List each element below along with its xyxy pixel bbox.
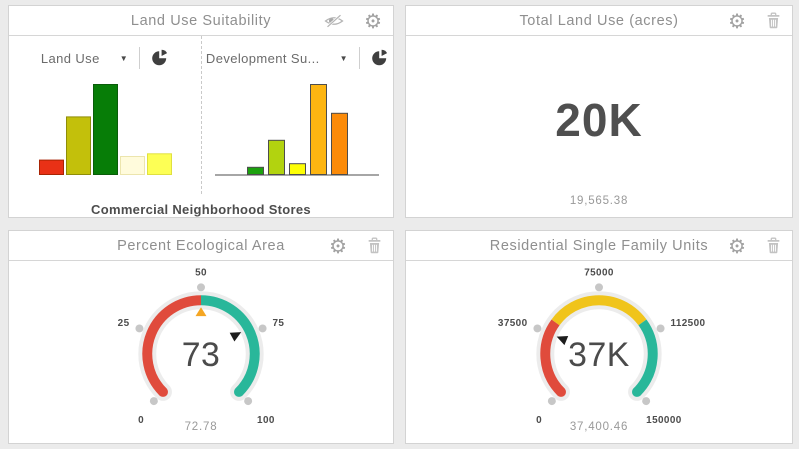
land-use-dropdown[interactable]: Land Use ▼ [41, 51, 128, 66]
pie-chart-icon [151, 49, 169, 67]
gear-icon: ⚙ [364, 11, 382, 31]
chart-category-label: Commercial Neighborhood Stores [9, 202, 393, 217]
gauge-tick-label: 50 [195, 267, 207, 278]
settings-button[interactable]: ⚙ [728, 11, 746, 31]
visibility-off-button[interactable] [324, 14, 344, 28]
trash-icon [766, 237, 781, 254]
bar [332, 113, 348, 174]
settings-button[interactable]: ⚙ [728, 236, 746, 256]
panel-header: Land Use Suitability ⚙ [9, 6, 393, 36]
indicator-body: 20K [406, 36, 792, 220]
divider [139, 47, 140, 69]
delete-button[interactable] [766, 237, 781, 254]
bar [120, 157, 144, 175]
bar [269, 140, 285, 174]
gauge-end-cap [234, 387, 244, 397]
chart-type-button[interactable] [151, 49, 169, 67]
delete-button[interactable] [766, 12, 781, 29]
dropdown-label: Land Use [41, 51, 100, 66]
gauge-tick-label: 37500 [498, 318, 528, 329]
gauge-tick-label: 75 [272, 318, 284, 329]
gauge-tick-dot [595, 283, 603, 291]
gauge-tick-dot [244, 397, 252, 405]
gauge-end-cap [632, 387, 642, 397]
indicator-sub-value: 19,565.38 [406, 195, 792, 207]
chart-split: Land Use ▼ Development S [9, 36, 393, 194]
gauge-tick-dot [150, 397, 158, 405]
residential-units-gauge: 0375007500011250015000037K [406, 261, 792, 431]
bar [66, 117, 90, 175]
chart-half-left: Land Use ▼ [9, 36, 201, 194]
gear-icon: ⚙ [329, 236, 347, 256]
gauge-tick-dot [197, 283, 205, 291]
dashboard: Land Use Suitability ⚙ [0, 0, 799, 449]
chart-half-right: Development Su... ▼ [201, 36, 394, 194]
panel-header: Residential Single Family Units ⚙ [406, 231, 792, 261]
trash-icon [766, 12, 781, 29]
settings-button[interactable]: ⚙ [364, 11, 382, 31]
gauge-tick-dot [642, 397, 650, 405]
gear-icon: ⚙ [728, 11, 746, 31]
visibility-off-icon [324, 14, 344, 28]
bar [93, 85, 117, 175]
gauge-end-cap [158, 387, 168, 397]
settings-button[interactable]: ⚙ [329, 236, 347, 256]
development-suitability-bar-chart [207, 71, 387, 187]
gauge-tick-dot [657, 324, 665, 332]
gauge-end-cap [556, 387, 566, 397]
panel-residential-single-family-units: Residential Single Family Units ⚙ [405, 230, 793, 444]
gauge-value: 37K [568, 336, 630, 374]
development-suitability-dropdown[interactable]: Development Su... ▼ [206, 51, 348, 66]
divider [359, 47, 360, 69]
bar [147, 154, 171, 175]
gauge-tick-dot [548, 397, 556, 405]
gauge-tick-label: 25 [118, 318, 130, 329]
gauge-tick-dot [259, 324, 267, 332]
chevron-down-icon: ▼ [340, 54, 348, 63]
panel-header: Total Land Use (acres) ⚙ [406, 6, 792, 36]
trash-icon [367, 237, 382, 254]
land-use-bar-chart [15, 71, 195, 187]
panel-total-land-use: Total Land Use (acres) ⚙ [405, 5, 793, 218]
bar [39, 160, 63, 174]
delete-button[interactable] [367, 237, 382, 254]
bar [311, 85, 327, 175]
indicator-value: 20K [555, 93, 642, 147]
panel-land-use-suitability: Land Use Suitability ⚙ [8, 5, 394, 218]
gauge-sub-value: 72.78 [9, 421, 393, 433]
gauge-tick-label: 75000 [584, 267, 614, 278]
bar [248, 167, 264, 174]
gear-icon: ⚙ [728, 236, 746, 256]
dropdown-label: Development Su... [206, 51, 320, 66]
chart-type-button[interactable] [371, 49, 389, 67]
gauge-tick-dot [135, 324, 143, 332]
chevron-down-icon: ▼ [120, 54, 128, 63]
gauge-tick-dot [533, 324, 541, 332]
panel-percent-ecological-area: Percent Ecological Area ⚙ [8, 230, 394, 444]
percent-ecological-gauge: 025507510073 [9, 261, 393, 431]
gauge-value: 73 [182, 336, 221, 374]
gauge-tick-label: 112500 [670, 318, 705, 329]
pie-chart-icon [371, 49, 389, 67]
bar [290, 164, 306, 175]
gauge-sub-value: 37,400.46 [406, 421, 792, 433]
panel-header: Percent Ecological Area ⚙ [9, 231, 393, 261]
